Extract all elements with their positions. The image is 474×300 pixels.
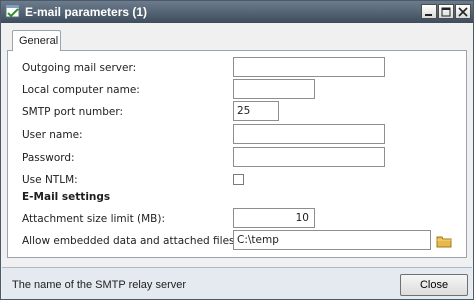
close-icon (458, 6, 468, 17)
local-computer-input[interactable] (233, 79, 315, 99)
maximize-icon (441, 7, 451, 16)
use-ntlm-label: Use NTLM: (22, 174, 78, 186)
status-text: The name of the SMTP relay server (12, 279, 187, 291)
title-bar[interactable]: E-mail parameters (1) (1, 1, 473, 23)
tab-general-label: General (19, 35, 59, 47)
attachment-limit-label: Attachment size limit (MB): (22, 213, 166, 225)
status-bar: The name of the SMTP relay server Close (2, 267, 472, 299)
close-button[interactable]: Close (400, 274, 468, 296)
close-window-button[interactable] (455, 4, 471, 19)
attachment-limit-input[interactable]: 10 (233, 208, 315, 228)
minimize-button[interactable] (421, 4, 437, 19)
password-label: Password: (22, 152, 75, 164)
smtp-port-label: SMTP port number: (22, 106, 124, 118)
outgoing-server-label: Outgoing mail server: (22, 62, 137, 74)
embedded-from-input[interactable]: C:\temp (233, 230, 431, 250)
password-input[interactable] (233, 147, 385, 167)
use-ntlm-checkbox[interactable] (233, 174, 244, 185)
smtp-port-input[interactable]: 25 (233, 101, 279, 121)
form-icon (5, 4, 20, 18)
folder-icon[interactable] (436, 234, 452, 248)
user-name-input[interactable] (233, 124, 385, 144)
minimize-icon (425, 13, 432, 16)
maximize-button[interactable] (438, 4, 454, 19)
dialog-window: E-mail parameters (1) General Outgoing m… (0, 0, 474, 300)
user-name-label: User name: (22, 129, 83, 141)
embedded-from-label: Allow embedded data and attached files f… (22, 235, 266, 247)
email-settings-heading: E-Mail settings (22, 191, 111, 203)
local-computer-label: Local computer name: (22, 84, 140, 96)
window-title: E-mail parameters (1) (25, 5, 148, 19)
tab-general[interactable]: General (12, 30, 61, 51)
outgoing-server-input[interactable] (233, 57, 385, 77)
